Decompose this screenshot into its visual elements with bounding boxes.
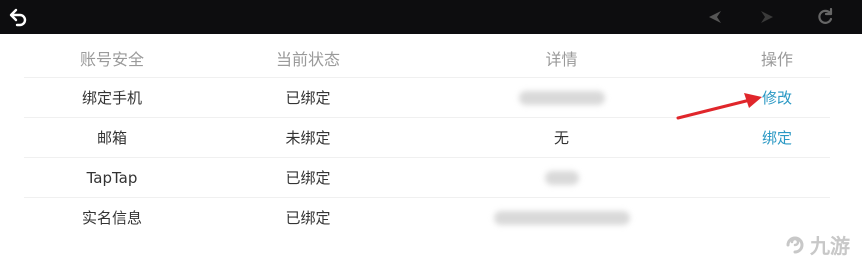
- row-status: 已绑定: [285, 209, 331, 227]
- nav-next-icon[interactable]: [752, 0, 782, 34]
- header-current-status: 当前状态: [275, 49, 340, 69]
- table-row: 实名信息 已绑定: [24, 198, 830, 237]
- watermark: 九游: [784, 230, 850, 259]
- row-item-label: 绑定手机: [81, 89, 142, 107]
- row-status: 已绑定: [285, 89, 331, 107]
- account-security-table: 账号安全 当前状态 详情 操作 绑定手机 已绑定 修改 邮箱 未绑定 无 绑定 …: [24, 38, 830, 237]
- refresh-icon[interactable]: [810, 0, 840, 34]
- row-detail-redacted: [474, 78, 649, 117]
- table-row: TapTap 已绑定: [24, 158, 830, 198]
- header-account-security: 账号安全: [79, 49, 144, 69]
- row-detail-redacted: [474, 158, 649, 197]
- row-item-label: TapTap: [86, 168, 138, 187]
- row-item-label: 邮箱: [96, 129, 127, 147]
- table-header: 账号安全 当前状态 详情 操作: [24, 38, 830, 78]
- annotation-arrow-icon: [676, 93, 762, 120]
- row-action-empty: [724, 158, 830, 197]
- row-status: 已绑定: [285, 169, 331, 187]
- watermark-logo-icon: [786, 236, 804, 253]
- back-arrow-icon[interactable]: [2, 0, 36, 34]
- row-status: 未绑定: [285, 129, 331, 147]
- nav-prev-icon[interactable]: [700, 0, 730, 34]
- header-details: 详情: [545, 49, 578, 69]
- row-detail-redacted: [474, 198, 649, 237]
- watermark-text: 九游: [810, 234, 850, 258]
- row-detail: 无: [553, 129, 569, 147]
- top-toolbar: [0, 0, 862, 34]
- row-item-label: 实名信息: [81, 209, 142, 227]
- header-actions: 操作: [760, 49, 793, 69]
